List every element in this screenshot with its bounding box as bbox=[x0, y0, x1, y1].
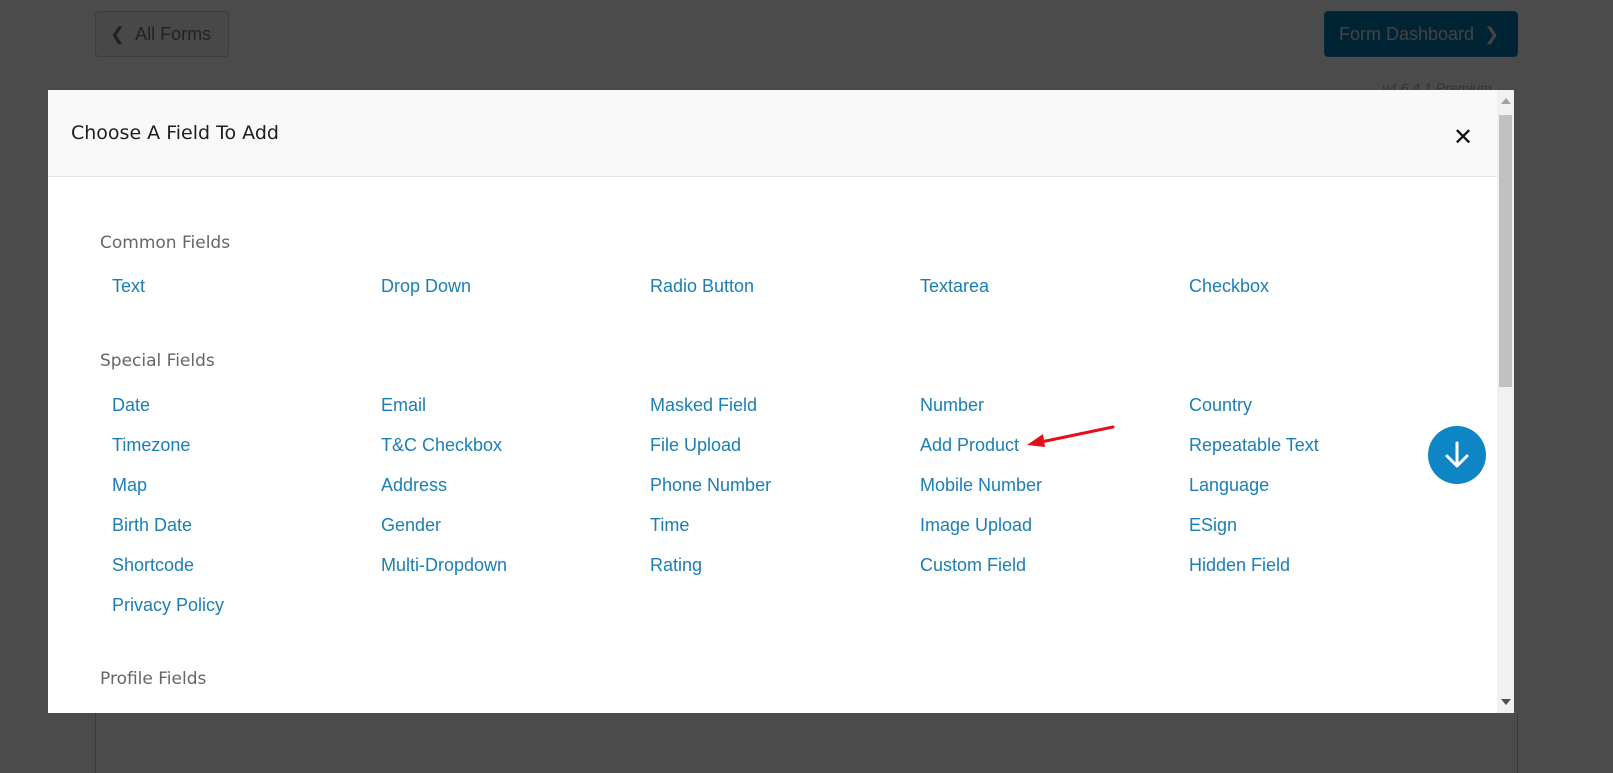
field-option-textarea[interactable]: Textarea bbox=[920, 276, 989, 297]
field-option-shortcode[interactable]: Shortcode bbox=[112, 555, 194, 576]
field-option-gender[interactable]: Gender bbox=[381, 515, 441, 536]
field-option-email[interactable]: Email bbox=[381, 395, 426, 416]
field-option-time[interactable]: Time bbox=[650, 515, 689, 536]
field-option-radio-button[interactable]: Radio Button bbox=[650, 276, 754, 297]
field-option-add-product[interactable]: Add Product bbox=[920, 435, 1019, 456]
field-option-drop-down[interactable]: Drop Down bbox=[381, 276, 471, 297]
field-option-t-c-checkbox[interactable]: T&C Checkbox bbox=[381, 435, 502, 456]
modal-header: Choose A Field To Add bbox=[48, 90, 1514, 177]
field-option-masked-field[interactable]: Masked Field bbox=[650, 395, 757, 416]
field-option-language[interactable]: Language bbox=[1189, 475, 1269, 496]
section-label: Special Fields bbox=[100, 351, 215, 371]
field-option-text[interactable]: Text bbox=[112, 276, 145, 297]
field-option-checkbox[interactable]: Checkbox bbox=[1189, 276, 1269, 297]
close-icon[interactable]: ✕ bbox=[1453, 123, 1473, 152]
field-option-multi-dropdown[interactable]: Multi-Dropdown bbox=[381, 555, 507, 576]
field-option-address[interactable]: Address bbox=[381, 475, 447, 496]
field-option-rating[interactable]: Rating bbox=[650, 555, 702, 576]
background-panel bbox=[95, 713, 1518, 773]
section-label: Common Fields bbox=[100, 233, 231, 253]
chevron-left-icon: ❮ bbox=[110, 23, 126, 44]
modal-title: Choose A Field To Add bbox=[71, 122, 279, 144]
chevron-right-icon: ❯ bbox=[1484, 23, 1500, 44]
field-option-repeatable-text[interactable]: Repeatable Text bbox=[1189, 435, 1319, 456]
all-forms-button[interactable]: ❮ All Forms bbox=[95, 11, 229, 57]
field-option-phone-number[interactable]: Phone Number bbox=[650, 475, 771, 496]
scroll-up-arrow[interactable] bbox=[1501, 98, 1511, 104]
field-option-date[interactable]: Date bbox=[112, 395, 150, 416]
section-label: Profile Fields bbox=[100, 669, 207, 689]
arrow-down-icon bbox=[1445, 441, 1469, 468]
field-option-custom-field[interactable]: Custom Field bbox=[920, 555, 1026, 576]
scroll-down-button[interactable] bbox=[1428, 426, 1486, 484]
field-option-privacy-policy[interactable]: Privacy Policy bbox=[112, 595, 224, 616]
field-option-mobile-number[interactable]: Mobile Number bbox=[920, 475, 1042, 496]
field-option-birth-date[interactable]: Birth Date bbox=[112, 515, 192, 536]
field-option-hidden-field[interactable]: Hidden Field bbox=[1189, 555, 1290, 576]
scrollbar-thumb[interactable] bbox=[1499, 115, 1512, 387]
choose-field-modal: Choose A Field To Add ✕ Common Fields Tex… bbox=[48, 90, 1514, 713]
field-option-timezone[interactable]: Timezone bbox=[112, 435, 190, 456]
annotation-arrow bbox=[1027, 425, 1115, 447]
field-option-map[interactable]: Map bbox=[112, 475, 147, 496]
scrollbar[interactable] bbox=[1497, 90, 1514, 713]
scroll-down-arrow[interactable] bbox=[1501, 699, 1511, 705]
field-option-number[interactable]: Number bbox=[920, 395, 984, 416]
field-option-file-upload[interactable]: File Upload bbox=[650, 435, 741, 456]
field-option-esign[interactable]: ESign bbox=[1189, 515, 1237, 536]
field-option-country[interactable]: Country bbox=[1189, 395, 1252, 416]
field-option-image-upload[interactable]: Image Upload bbox=[920, 515, 1032, 536]
form-dashboard-button[interactable]: Form Dashboard ❯ bbox=[1324, 11, 1518, 57]
